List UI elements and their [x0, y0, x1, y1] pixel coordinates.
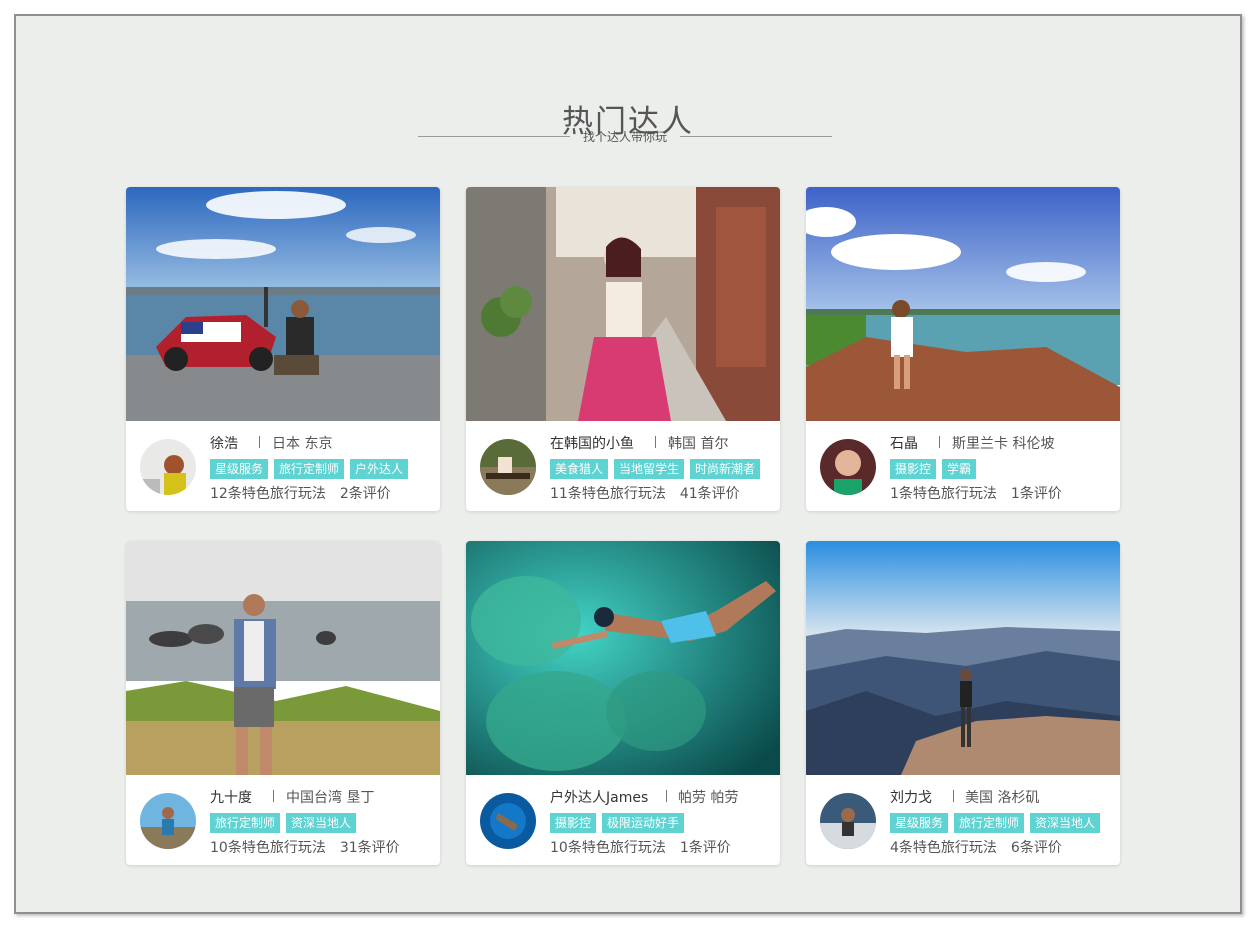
name-separator — [655, 436, 656, 448]
expert-name[interactable]: 石晶 — [890, 433, 918, 453]
name-separator — [953, 790, 954, 802]
tag: 当地留学生 — [614, 459, 685, 479]
tag: 户外达人 — [350, 459, 409, 479]
stats: 10条特色旅行玩法 1条评价 — [550, 837, 731, 857]
tag-list: 星级服务 旅行定制师 资深当地人 — [890, 812, 1106, 833]
stats: 12条特色旅行玩法 2条评价 — [210, 483, 391, 503]
tag: 星级服务 — [210, 459, 269, 479]
avatar[interactable] — [140, 793, 196, 849]
tag-list: 星级服务 旅行定制师 户外达人 — [210, 458, 414, 479]
tag: 资深当地人 — [1030, 813, 1101, 833]
tag-list: 摄影控 学霸 — [890, 458, 982, 479]
avatar[interactable] — [480, 439, 536, 495]
name-separator — [666, 790, 667, 802]
tag: 旅行定制师 — [210, 813, 281, 833]
expert-location: 韩国 首尔 — [668, 436, 729, 452]
card-photo[interactable] — [126, 187, 440, 421]
expert-location: 日本 东京 — [272, 436, 333, 452]
expert-card-4[interactable]: 九十度 中国台湾 垦丁 旅行定制师 资深当地人 10条特色旅行玩法 31条评价 — [126, 541, 440, 865]
review-count: 1条评价 — [1010, 486, 1062, 502]
card-photo[interactable] — [806, 541, 1120, 775]
play-count: 12条特色旅行玩法 — [210, 486, 326, 502]
stats: 11条特色旅行玩法 41条评价 — [550, 483, 740, 503]
review-count: 2条评价 — [339, 486, 391, 502]
avatar[interactable] — [140, 439, 196, 495]
divider-right — [680, 136, 832, 137]
page-frame: 热门达人 找个达人带你玩 徐浩 日本 东京 星级服务 旅行定制师 户外达人 12… — [14, 14, 1242, 914]
expert-location: 中国台湾 垦丁 — [286, 790, 375, 806]
tag: 时尚新潮者 — [690, 459, 761, 479]
avatar[interactable] — [480, 793, 536, 849]
expert-name[interactable]: 户外达人James — [550, 787, 648, 807]
expert-card-2[interactable]: 在韩国的小鱼 韩国 首尔 美食猎人 当地留学生 时尚新潮者 11条特色旅行玩法 41条… — [466, 187, 780, 511]
tag: 美食猎人 — [550, 459, 609, 479]
expert-name[interactable]: 在韩国的小鱼 — [550, 433, 634, 453]
tag-list: 美食猎人 当地留学生 时尚新潮者 — [550, 458, 766, 479]
name-separator — [939, 436, 940, 448]
expert-name[interactable]: 刘力戈 — [890, 787, 932, 807]
expert-location: 斯里兰卡 科伦坡 — [952, 436, 1055, 452]
expert-location: 美国 洛杉矶 — [965, 790, 1040, 806]
play-count: 10条特色旅行玩法 — [550, 840, 666, 856]
card-photo[interactable] — [806, 187, 1120, 421]
expert-location: 帕劳 帕劳 — [678, 790, 739, 806]
tag: 资深当地人 — [286, 813, 357, 833]
tag: 旅行定制师 — [954, 813, 1025, 833]
stats: 4条特色旅行玩法 6条评价 — [890, 837, 1062, 857]
tag: 摄影控 — [890, 459, 937, 479]
avatar[interactable] — [820, 793, 876, 849]
review-count: 41条评价 — [679, 486, 740, 502]
expert-card-3[interactable]: 石晶 斯里兰卡 科伦坡 摄影控 学霸 1条特色旅行玩法 1条评价 — [806, 187, 1120, 511]
name-separator — [273, 790, 274, 802]
stats: 10条特色旅行玩法 31条评价 — [210, 837, 400, 857]
name-separator — [259, 436, 260, 448]
tag: 极限运动好手 — [602, 813, 685, 833]
expert-card-6[interactable]: 刘力戈 美国 洛杉矶 星级服务 旅行定制师 资深当地人 4条特色旅行玩法 6条评价 — [806, 541, 1120, 865]
card-photo[interactable] — [466, 187, 780, 421]
expert-card-1[interactable]: 徐浩 日本 东京 星级服务 旅行定制师 户外达人 12条特色旅行玩法 2条评价 — [126, 187, 440, 511]
play-count: 11条特色旅行玩法 — [550, 486, 666, 502]
review-count: 1条评价 — [679, 840, 731, 856]
review-count: 31条评价 — [339, 840, 400, 856]
tag-list: 旅行定制师 资深当地人 — [210, 812, 362, 833]
play-count: 4条特色旅行玩法 — [890, 840, 997, 856]
subtitle-row: 找个达人带你玩 — [418, 128, 832, 146]
tag-list: 摄影控 极限运动好手 — [550, 812, 690, 833]
expert-card-5[interactable]: 户外达人James 帕劳 帕劳 摄影控 极限运动好手 10条特色旅行玩法 1条评价 — [466, 541, 780, 865]
card-photo[interactable] — [126, 541, 440, 775]
expert-name[interactable]: 九十度 — [210, 787, 252, 807]
play-count: 1条特色旅行玩法 — [890, 486, 997, 502]
tag: 摄影控 — [550, 813, 597, 833]
stats: 1条特色旅行玩法 1条评价 — [890, 483, 1062, 503]
avatar[interactable] — [820, 439, 876, 495]
review-count: 6条评价 — [1010, 840, 1062, 856]
tag: 学霸 — [942, 459, 977, 479]
play-count: 10条特色旅行玩法 — [210, 840, 326, 856]
card-photo[interactable] — [466, 541, 780, 775]
tag: 星级服务 — [890, 813, 949, 833]
expert-name[interactable]: 徐浩 — [210, 433, 238, 453]
tag: 旅行定制师 — [274, 459, 345, 479]
